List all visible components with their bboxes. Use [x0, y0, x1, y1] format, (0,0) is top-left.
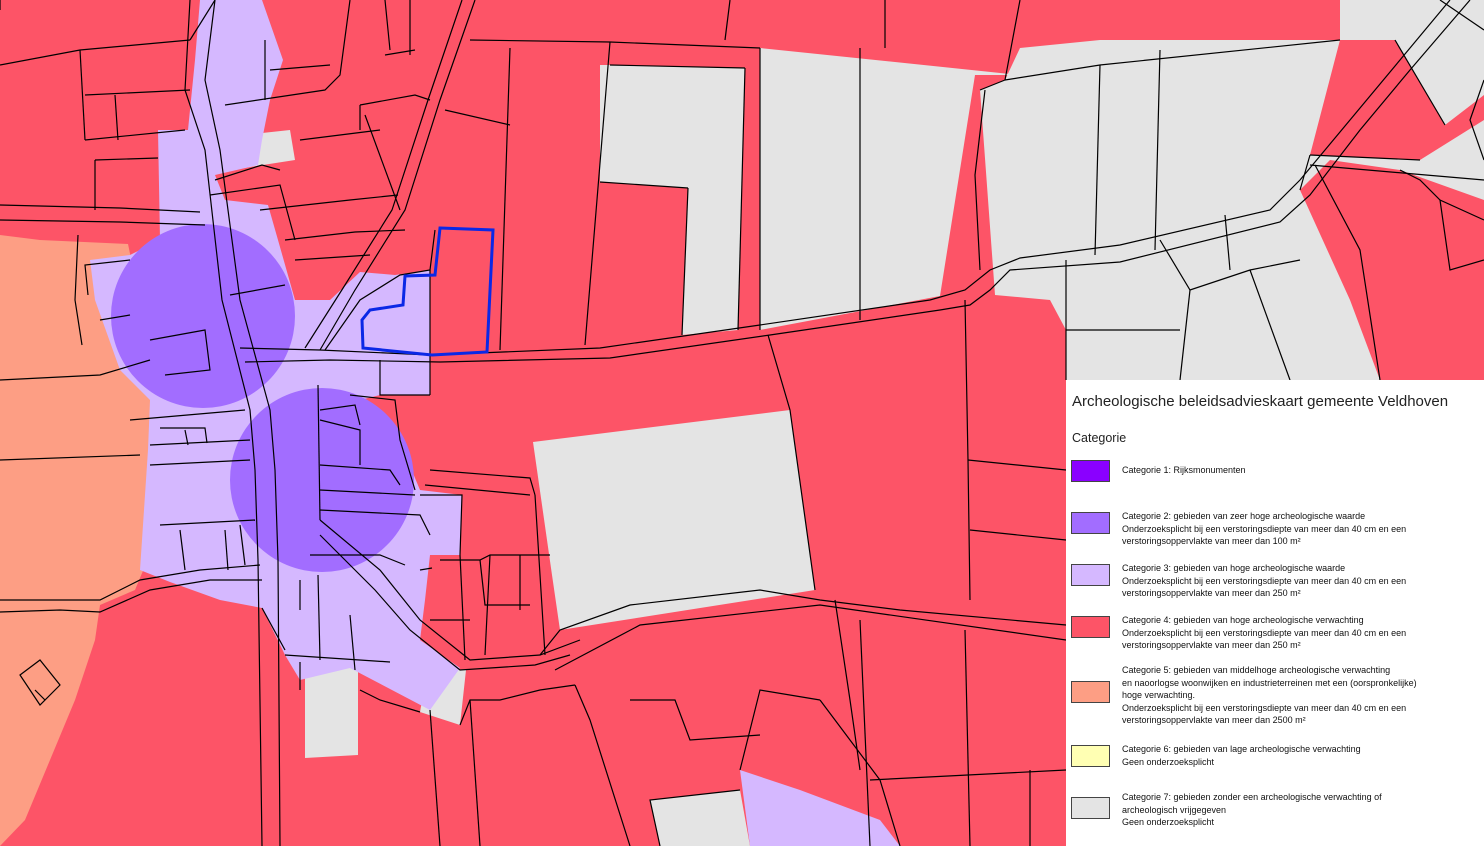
- legend-text-line: Categorie 7: gebieden zonder een archeol…: [1122, 792, 1382, 802]
- legend-text-line: hoge verwachting.: [1122, 690, 1196, 701]
- legend-text-line: Categorie 1: Rijksmonumenten: [1122, 465, 1246, 475]
- legend-text-line: Categorie 6: gebieden van lage archeolog…: [1122, 744, 1361, 754]
- map-legend: Archeologische beleidsadvieskaart gemeen…: [1066, 380, 1484, 846]
- legend-title: Archeologische beleidsadvieskaart gemeen…: [1072, 393, 1449, 410]
- legend-text-line: Onderzoeksplicht bij een verstoringsdiep…: [1122, 702, 1407, 713]
- legend-heading: Categorie: [1072, 431, 1127, 445]
- legend-text-line: verstoringsoppervlakte van meer dan 250 …: [1122, 640, 1301, 651]
- legend-text-line: verstoringsoppervlakte van meer dan 250 …: [1122, 588, 1301, 599]
- legend-swatch-cat3: [1071, 564, 1110, 586]
- legend-text-line: verstoringsoppervlakte van meer dan 2500…: [1122, 715, 1306, 726]
- legend-text-line: en naoorlogse woonwijken en industrieter…: [1122, 677, 1417, 688]
- legend-swatch-cat1: [1071, 460, 1110, 482]
- legend-text-line: Geen onderzoeksplicht: [1122, 756, 1215, 767]
- legend-text-line: verstoringsoppervlakte van meer dan 100 …: [1122, 536, 1301, 547]
- legend-swatch-cat5: [1071, 681, 1110, 703]
- legend-text-line: Onderzoeksplicht bij een verstoringsdiep…: [1122, 627, 1407, 638]
- legend-swatch-cat6: [1071, 745, 1110, 767]
- legend-text-line: Categorie 5: gebieden van middelhoge arc…: [1122, 665, 1391, 675]
- legend-text-line: Categorie 2: gebieden van zeer hoge arch…: [1122, 511, 1366, 521]
- legend-text-line: Onderzoeksplicht bij een verstoringsdiep…: [1122, 523, 1407, 534]
- legend-text-line: Categorie 4: gebieden van hoge archeolog…: [1122, 615, 1364, 625]
- legend-text-line: Geen onderzoeksplicht: [1122, 817, 1215, 828]
- legend-swatch-cat7: [1071, 797, 1110, 819]
- legend-swatch-cat2: [1071, 512, 1110, 534]
- legend-swatch-cat4: [1071, 616, 1110, 638]
- legend-text-line: Categorie 3: gebieden van hoge archeolog…: [1122, 563, 1346, 573]
- legend-text-line: Onderzoeksplicht bij een verstoringsdiep…: [1122, 575, 1407, 586]
- legend-text-line: archeologisch vrijgegeven: [1122, 804, 1227, 815]
